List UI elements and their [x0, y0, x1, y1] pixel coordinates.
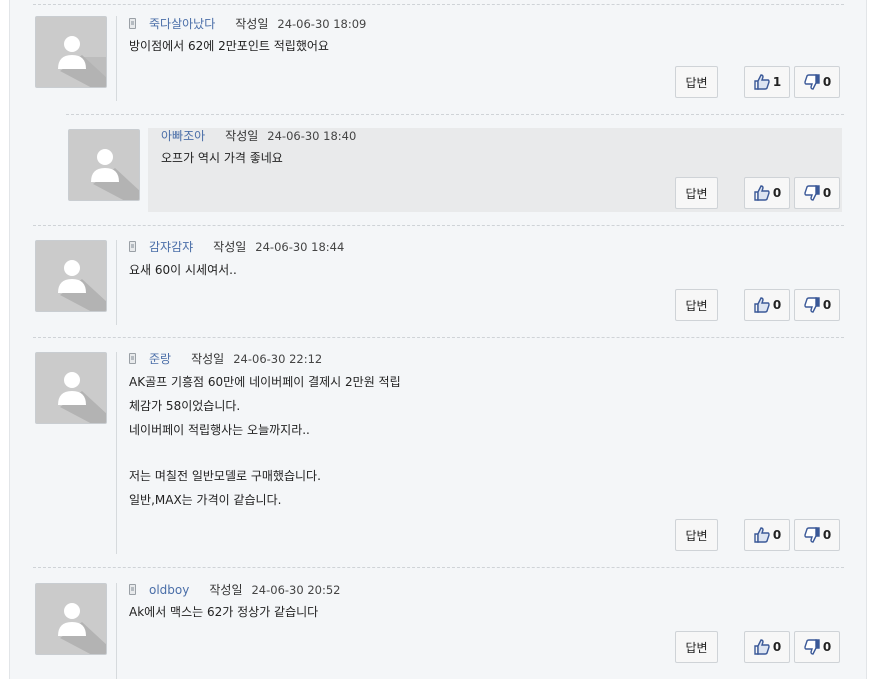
avatar: [35, 16, 107, 88]
dislike-button[interactable]: 0: [794, 631, 840, 663]
phone-icon: [129, 241, 136, 252]
comment-separator: [66, 114, 844, 115]
comment-line: 네이버페이 적립행사는 오늘까지라..: [129, 423, 310, 437]
comment-line: 체감가 58이었습니다.: [129, 399, 241, 413]
comment-divider: [116, 240, 117, 325]
dislike-button[interactable]: 0: [794, 289, 840, 321]
comment-line: 요새 60이 시세여서..: [129, 263, 237, 277]
like-count: 0: [772, 640, 782, 654]
comment-meta: 아빠조아 작성일 24-06-30 18:40: [161, 128, 356, 144]
avatar: [68, 129, 140, 201]
reply-button[interactable]: 답변: [675, 631, 718, 663]
avatar: [35, 583, 107, 655]
phone-icon: [129, 18, 136, 29]
dislike-button[interactable]: 0: [794, 519, 840, 551]
thumbs-down-icon: [804, 527, 820, 543]
comment-line: Ak에서 맥스는 62가 정상가 같습니다: [129, 605, 319, 619]
like-button[interactable]: 0: [744, 631, 790, 663]
avatar: [35, 352, 107, 424]
comment-line: 저는 며칠전 일반모델로 구매했습니다.: [129, 469, 321, 483]
default-user-icon: [36, 584, 106, 654]
dislike-count: 0: [822, 640, 832, 654]
comment-line-blank: [129, 442, 401, 464]
like-button[interactable]: 0: [744, 519, 790, 551]
thumbs-down-icon: [804, 185, 820, 201]
like-button[interactable]: 0: [744, 289, 790, 321]
written-label: 작성일: [191, 352, 225, 366]
like-button[interactable]: 1: [744, 66, 790, 98]
comment-date: 24-06-30 20:52: [251, 583, 341, 597]
phone-icon: [129, 584, 136, 595]
thumbs-down-icon: [804, 297, 820, 313]
comment-author[interactable]: 아빠조아: [161, 129, 205, 143]
comment-author[interactable]: 준랑: [149, 352, 171, 366]
thumbs-up-icon: [754, 639, 770, 655]
comment-divider: [116, 16, 117, 101]
comment-author[interactable]: oldboy: [149, 583, 189, 597]
comment-author[interactable]: 감쟈감쟈: [149, 240, 193, 254]
dislike-count: 0: [822, 528, 832, 542]
comment-line: 오프가 역시 가격 좋네요: [161, 151, 283, 165]
thumbs-down-icon: [804, 74, 820, 90]
comment-list-panel: [9, 0, 867, 679]
dislike-count: 0: [822, 75, 832, 89]
comment-date: 24-06-30 22:12: [233, 352, 323, 366]
reply-button[interactable]: 답변: [675, 177, 718, 209]
default-user-icon: [36, 241, 106, 311]
comment-meta: 죽다살아났다 작성일 24-06-30 18:09: [129, 16, 366, 32]
default-user-icon: [36, 353, 106, 423]
phone-icon: [129, 353, 136, 364]
comment-separator: [33, 225, 844, 226]
written-label: 작성일: [209, 583, 243, 597]
comment-body: AK골프 기흥점 60만에 네이버페이 결제시 2만원 적립 체감가 58이었습…: [129, 370, 401, 512]
avatar: [35, 240, 107, 312]
comment-line: 방이점에서 62에 2만포인트 적립했어요: [129, 39, 329, 53]
like-button[interactable]: 0: [744, 177, 790, 209]
written-label: 작성일: [235, 17, 269, 31]
comment-meta: 준랑 작성일 24-06-30 22:12: [129, 351, 322, 367]
comment-date: 24-06-30 18:40: [267, 129, 357, 143]
reply-button[interactable]: 답변: [675, 289, 718, 321]
reply-button[interactable]: 답변: [675, 519, 718, 551]
written-label: 작성일: [225, 129, 259, 143]
comment-date: 24-06-30 18:09: [277, 17, 367, 31]
comment-line: 일반,MAX는 가격이 같습니다.: [129, 493, 282, 507]
comment-author[interactable]: 죽다살아났다: [149, 17, 215, 31]
like-count: 1: [772, 75, 782, 89]
comment-meta: oldboy 작성일 24-06-30 20:52: [129, 582, 340, 598]
thumbs-up-icon: [754, 297, 770, 313]
default-user-icon: [69, 130, 139, 200]
thumbs-up-icon: [754, 74, 770, 90]
like-count: 0: [772, 528, 782, 542]
thumbs-down-icon: [804, 639, 820, 655]
comment-line: AK골프 기흥점 60만에 네이버페이 결제시 2만원 적립: [129, 375, 401, 389]
comment-body: 요새 60이 시세여서..: [129, 258, 237, 282]
comment-divider: [116, 352, 117, 554]
like-count: 0: [772, 186, 782, 200]
comment-divider: [116, 583, 117, 679]
comment-body: 오프가 역시 가격 좋네요: [161, 146, 283, 170]
dislike-count: 0: [822, 298, 832, 312]
comment-meta: 감쟈감쟈 작성일 24-06-30 18:44: [129, 239, 344, 255]
thumbs-up-icon: [754, 527, 770, 543]
dislike-button[interactable]: 0: [794, 177, 840, 209]
like-count: 0: [772, 298, 782, 312]
comment-body: Ak에서 맥스는 62가 정상가 같습니다: [129, 600, 318, 624]
thumbs-up-icon: [754, 185, 770, 201]
comment-separator: [33, 337, 844, 338]
dislike-button[interactable]: 0: [794, 66, 840, 98]
comment-separator: [33, 567, 844, 568]
reply-button[interactable]: 답변: [675, 66, 718, 98]
comment-separator: [33, 4, 844, 5]
comment-body: 방이점에서 62에 2만포인트 적립했어요: [129, 34, 329, 58]
default-user-icon: [36, 17, 106, 87]
dislike-count: 0: [822, 186, 832, 200]
written-label: 작성일: [213, 240, 247, 254]
comment-date: 24-06-30 18:44: [255, 240, 345, 254]
